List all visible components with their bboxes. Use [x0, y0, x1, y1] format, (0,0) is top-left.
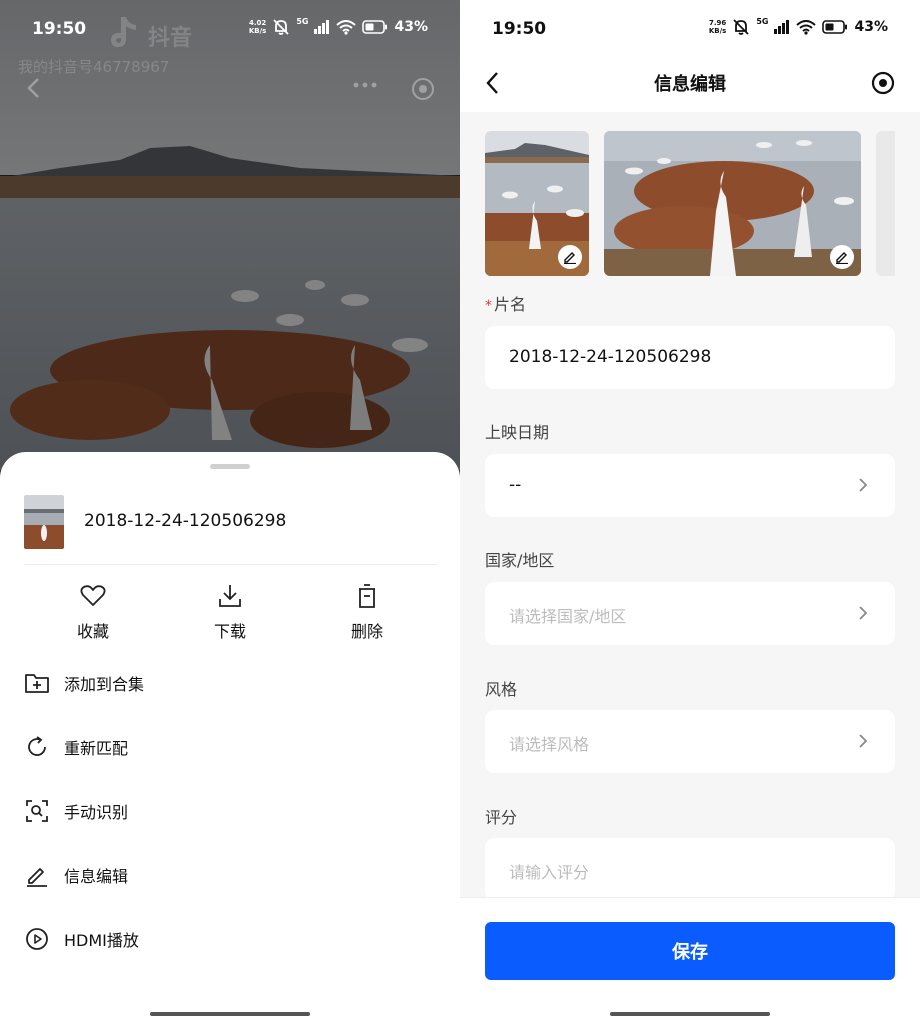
title-input[interactable]: 2018-12-24-120506298 [485, 326, 895, 389]
footer-bar: 保存 [460, 897, 920, 1024]
delete-button[interactable]: 删除 [317, 582, 417, 642]
backdrop-image [604, 131, 861, 276]
more-dots-icon[interactable] [352, 80, 378, 90]
pencil-icon [27, 868, 47, 887]
play-circle-icon [26, 928, 48, 950]
favorite-label: 收藏 [76, 622, 109, 641]
right-screen: 19:50 7.96 KB/s 5G 43% 信息编辑 * 片名 2018-12… [460, 0, 920, 1024]
signal-icon [314, 20, 330, 34]
chevron-right-icon [859, 606, 868, 620]
battery-percent: 43% [854, 19, 888, 35]
refresh-icon [28, 736, 46, 756]
country-placeholder: 请选择国家/地区 [509, 607, 627, 626]
rating-label: 评分 [485, 808, 518, 827]
menu-info-edit[interactable]: 信息编辑 [24, 855, 438, 895]
player-topbar [0, 70, 460, 106]
network-speed-value: 4.02 [248, 19, 267, 27]
style-label: 风格 [485, 680, 518, 699]
scan-search-icon [26, 800, 48, 822]
country-label: 国家/地区 [485, 551, 555, 570]
menu-label: 重新匹配 [64, 739, 129, 758]
file-name: 2018-12-24-120506298 [84, 511, 287, 531]
network-type: 5G [756, 16, 769, 26]
title-field-label: * 片名 [485, 291, 526, 315]
pencil-icon [836, 252, 848, 264]
release-date-label: 上映日期 [485, 423, 550, 442]
sheet-drag-handle[interactable] [210, 464, 250, 469]
status-bar: 19:50 4.02 KB/s 5G 43% [0, 0, 460, 60]
left-screen: 抖音 我的抖音号46778967 19:50 4.02 KB/s 5G 43% [0, 0, 460, 1024]
download-button[interactable]: 下载 [180, 582, 280, 642]
back-arrow-icon[interactable] [24, 76, 44, 100]
status-bar: 19:50 7.96 KB/s 5G 43% [460, 0, 920, 60]
quick-actions: 收藏 下载 删除 [24, 582, 438, 642]
poster-thumbnail[interactable] [485, 131, 589, 276]
network-speed-unit: KB/s [248, 27, 267, 35]
download-icon [219, 585, 241, 607]
next-thumbnail-peek[interactable] [876, 131, 895, 276]
mute-bell-icon [273, 19, 289, 35]
rating-input[interactable]: 请输入评分 [485, 838, 895, 901]
network-speed-value: 7.96 [708, 19, 727, 27]
page-title: 信息编辑 [654, 74, 726, 95]
signal-icon [774, 20, 790, 34]
edit-poster-button[interactable] [558, 245, 582, 269]
save-button[interactable]: 保存 [485, 922, 895, 980]
file-thumbnail [24, 495, 64, 549]
required-mark: * [485, 298, 492, 314]
favorite-button[interactable]: 收藏 [43, 582, 143, 642]
menu-label: HDMI播放 [64, 931, 139, 950]
title-label-text: 片名 [494, 295, 527, 314]
page-header: 信息编辑 [460, 56, 920, 112]
edit-backdrop-button[interactable] [830, 245, 854, 269]
rating-placeholder: 请输入评分 [509, 863, 590, 882]
home-indicator[interactable] [150, 1012, 310, 1016]
backdrop-thumbnail[interactable] [604, 131, 861, 276]
menu-add-to-collection[interactable]: 添加到合集 [24, 663, 438, 703]
wifi-icon [336, 19, 357, 35]
record-target-icon[interactable] [870, 70, 896, 96]
chevron-right-icon [859, 734, 868, 748]
pencil-icon [564, 252, 576, 264]
trash-icon [359, 584, 375, 608]
country-selector[interactable]: 请选择国家/地区 [485, 582, 895, 645]
heart-icon [80, 585, 106, 606]
file-info-row: 2018-12-24-120506298 [24, 495, 438, 565]
status-time: 19:50 [32, 19, 87, 39]
release-date-selector[interactable]: -- [485, 454, 895, 517]
release-date-value: -- [509, 475, 522, 495]
menu-rematch[interactable]: 重新匹配 [24, 727, 438, 767]
menu-label: 添加到合集 [64, 675, 145, 694]
mute-bell-icon [733, 19, 749, 35]
battery-icon [822, 20, 848, 34]
network-speed: 7.96 KB/s [709, 19, 726, 35]
network-speed-unit: KB/s [708, 27, 727, 35]
folder-add-icon [25, 674, 49, 693]
chevron-right-icon [859, 478, 868, 492]
menu-manual-identify[interactable]: 手动识别 [24, 791, 438, 831]
status-time: 19:50 [492, 19, 547, 39]
title-input-value: 2018-12-24-120506298 [509, 347, 712, 367]
wifi-icon [796, 19, 817, 35]
delete-label: 删除 [350, 622, 383, 641]
style-selector[interactable]: 请选择风格 [485, 710, 895, 773]
style-placeholder: 请选择风格 [509, 735, 590, 754]
record-target-icon[interactable] [410, 76, 436, 102]
battery-icon [362, 20, 388, 34]
network-speed: 4.02 KB/s [249, 19, 266, 35]
menu-label: 信息编辑 [64, 867, 129, 886]
battery-percent: 43% [394, 19, 428, 35]
poster-carousel [485, 131, 895, 277]
menu-hdmi-play[interactable]: HDMI播放 [24, 919, 438, 959]
download-label: 下载 [213, 622, 246, 641]
action-bottom-sheet: 2018-12-24-120506298 收藏 下载 删除 添加到合集 重新匹配 [0, 452, 460, 1024]
home-indicator[interactable] [610, 1012, 770, 1016]
menu-label: 手动识别 [64, 803, 129, 822]
network-type: 5G [296, 16, 309, 26]
